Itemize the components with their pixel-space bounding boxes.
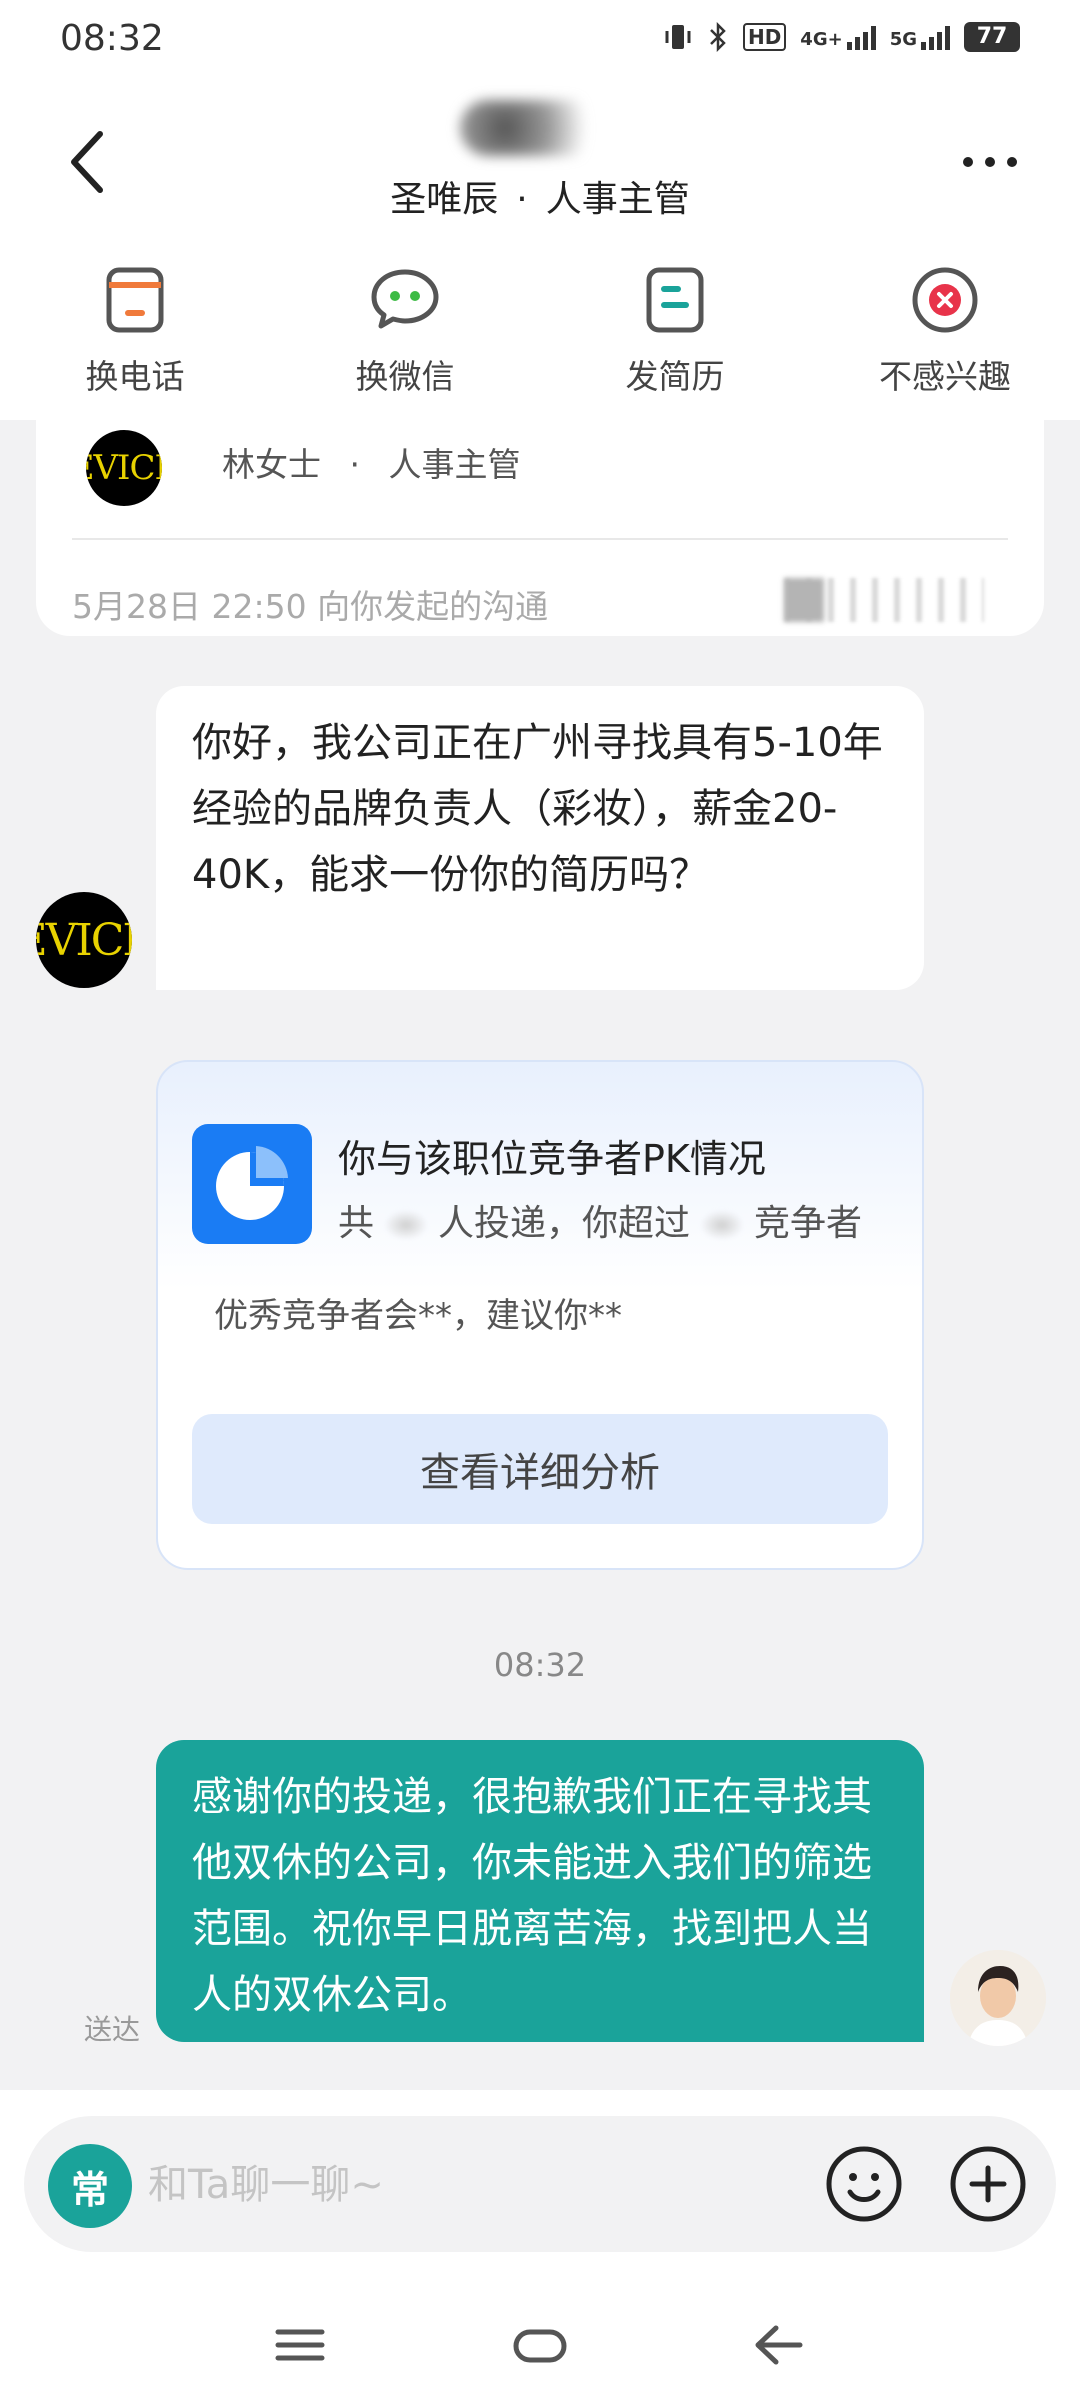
redacted-info bbox=[784, 578, 984, 622]
header-subtitle: 圣唯辰 · 人事主管 bbox=[390, 179, 690, 220]
more-button[interactable] bbox=[950, 142, 1030, 182]
bluetooth-icon bbox=[710, 22, 726, 52]
header-role: 人事主管 bbox=[545, 179, 690, 220]
chat-header: 圣唯辰 · 人事主管 bbox=[0, 82, 1080, 242]
not-interested-button[interactable]: 不感兴趣 bbox=[810, 242, 1080, 420]
network-5g: 5G bbox=[890, 24, 950, 50]
header-company: 圣唯辰 bbox=[390, 179, 499, 220]
swap-wechat-button[interactable]: 换微信 bbox=[270, 242, 540, 420]
home-nav-button[interactable] bbox=[500, 2310, 580, 2380]
network-4g: 4G+ bbox=[800, 24, 876, 50]
smiley-icon bbox=[826, 2146, 902, 2222]
back-arrow-icon bbox=[755, 2325, 803, 2365]
redacted-count bbox=[700, 1210, 745, 1240]
phone-swap-icon bbox=[106, 267, 164, 333]
system-nav-bar bbox=[0, 2290, 1080, 2400]
contact-info: 林女士 · 人事主管 bbox=[222, 445, 521, 484]
more-dots-icon bbox=[963, 157, 1017, 167]
vibrate-icon bbox=[665, 25, 691, 49]
more-actions-button[interactable] bbox=[948, 2144, 1028, 2224]
swap-phone-button[interactable]: 换电话 bbox=[0, 242, 270, 420]
incoming-message-bubble[interactable]: 你好，我公司正在广州寻找具有5-10年经验的品牌负责人（彩妆），薪金20-40K… bbox=[156, 686, 924, 990]
home-icon bbox=[513, 2329, 567, 2363]
hd-badge: HD bbox=[742, 23, 787, 51]
plus-icon bbox=[950, 2146, 1026, 2222]
message-timestamp: 08:32 bbox=[493, 1646, 587, 1684]
redacted-name bbox=[460, 100, 610, 156]
pie-chart-icon bbox=[192, 1124, 312, 1244]
initiated-time: 5月28日 22:50 向你发起的沟通 bbox=[72, 587, 549, 626]
emoji-button[interactable] bbox=[824, 2144, 904, 2224]
view-analysis-button[interactable]: 查看详细分析 bbox=[192, 1414, 888, 1524]
delivery-status: 送达 bbox=[84, 2013, 141, 2046]
outgoing-message-bubble[interactable]: 感谢你的投递，很抱歉我们正在寻找其他双休的公司，你未能进入我们的筛选范围。祝你早… bbox=[156, 1740, 924, 2042]
contact-avatar: EVICE bbox=[86, 430, 162, 506]
redacted-count bbox=[384, 1210, 429, 1240]
wechat-icon bbox=[371, 269, 439, 329]
divider bbox=[72, 538, 1008, 540]
my-avatar[interactable] bbox=[950, 1950, 1046, 2046]
battery-indicator: 77 bbox=[964, 22, 1020, 52]
back-nav-button[interactable] bbox=[740, 2310, 820, 2380]
status-icons: HD 4G+ 5G 77 bbox=[663, 22, 1020, 52]
send-resume-button[interactable]: 发简历 bbox=[540, 242, 810, 420]
menu-nav-button[interactable] bbox=[260, 2310, 340, 2380]
menu-icon bbox=[275, 2329, 325, 2361]
action-row: 换电话 换微信 发简历 不感兴趣 bbox=[0, 242, 1080, 420]
resume-icon bbox=[646, 267, 704, 333]
pk-title: 你与该职位竞争者PK情况 bbox=[338, 1137, 766, 1181]
common-phrases-button[interactable]: 常 bbox=[48, 2144, 132, 2228]
not-interested-icon bbox=[912, 267, 978, 333]
status-time: 08:32 bbox=[60, 18, 164, 59]
message-input[interactable] bbox=[148, 2150, 708, 2220]
competitor-pk-card[interactable]: 你与该职位竞争者PK情况 共人投递，你超过 竞争者 优秀竞争者会**，建议你** … bbox=[156, 1060, 924, 1570]
job-contact-card[interactable]: EVICE 林女士 · 人事主管 5月28日 22:50 向你发起的沟通 bbox=[36, 420, 1044, 636]
pk-summary: 共人投递，你超过 竞争者 bbox=[338, 1203, 863, 1244]
pk-tip: 优秀竞争者会**，建议你** bbox=[214, 1296, 622, 1336]
status-bar: 08:32 HD 4G+ 5G 77 bbox=[0, 0, 1080, 82]
composer-bar: 常 bbox=[24, 2116, 1056, 2252]
sender-avatar[interactable]: EVICE bbox=[36, 892, 132, 988]
